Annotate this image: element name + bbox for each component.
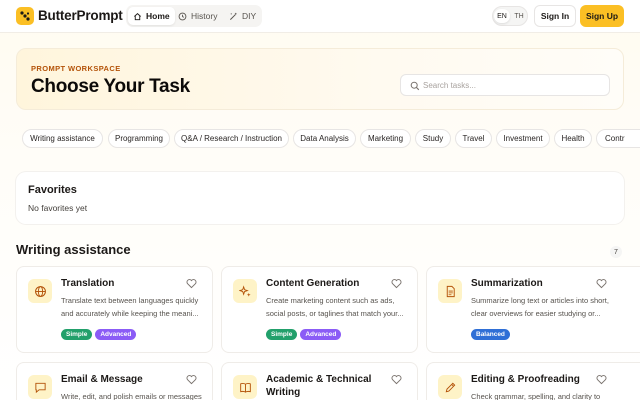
- task-card-content-generation[interactable]: Content Generation Create marketing cont…: [221, 266, 418, 353]
- main-nav: Home History DIY: [126, 5, 262, 27]
- task-card-translation[interactable]: Translation Translate text between langu…: [16, 266, 213, 353]
- chip-investment[interactable]: Investment: [496, 129, 550, 148]
- book-icon: [233, 375, 257, 399]
- butter-logo-icon[interactable]: [16, 7, 34, 25]
- lang-en[interactable]: EN: [494, 9, 510, 23]
- message-icon: [28, 375, 52, 399]
- workspace-hero: PROMPT WORKSPACE Choose Your Task: [16, 48, 624, 110]
- document-icon: [438, 279, 462, 303]
- nav-history[interactable]: History: [173, 7, 222, 25]
- card-description: Create marketing content such as ads, so…: [266, 296, 404, 318]
- chip-study[interactable]: Study: [415, 129, 451, 148]
- sign-up-button[interactable]: Sign Up: [580, 5, 624, 27]
- language-toggle[interactable]: EN TH: [492, 6, 528, 26]
- globe-icon: [28, 279, 52, 303]
- home-icon: [134, 12, 141, 20]
- hero-eyebrow: PROMPT WORKSPACE: [31, 64, 121, 73]
- card-description: Check grammar, spelling, and clarity to: [471, 392, 601, 400]
- brand-name[interactable]: ButterPrompt: [38, 8, 123, 23]
- favorite-heart-icon[interactable]: [596, 278, 607, 289]
- task-card-academic-technical[interactable]: Academic & Technical Writing: [221, 362, 418, 400]
- tag-balanced[interactable]: Balanced: [471, 329, 510, 340]
- card-tags: Simple Advanced: [61, 329, 139, 340]
- card-description: Summarize long text or articles into sho…: [471, 296, 609, 318]
- chip-data-analysis[interactable]: Data Analysis: [293, 129, 356, 148]
- card-title: Email & Message: [61, 374, 143, 385]
- card-tags: Simple Advanced: [266, 329, 344, 340]
- chip-programming[interactable]: Programming: [108, 129, 170, 148]
- favorites-title: Favorites: [28, 184, 77, 196]
- category-chips: Writing assistance Programming Q&A / Res…: [0, 126, 640, 152]
- nav-home[interactable]: Home: [128, 7, 175, 25]
- favorites-empty-text: No favorites yet: [28, 203, 88, 213]
- pen-icon: [438, 375, 462, 399]
- chip-marketing[interactable]: Marketing: [360, 129, 411, 148]
- lang-th[interactable]: TH: [511, 9, 527, 23]
- nav-home-label: Home: [146, 11, 170, 21]
- favorite-heart-icon[interactable]: [596, 374, 607, 385]
- favorite-heart-icon[interactable]: [391, 278, 402, 289]
- top-bar: ButterPrompt Home History DIY EN TH Sign…: [0, 0, 640, 33]
- sign-in-button[interactable]: Sign In: [534, 5, 576, 27]
- search-icon: [410, 81, 420, 91]
- clock-icon: [178, 12, 187, 20]
- card-title: Translation: [61, 278, 115, 289]
- page-title: Choose Your Task: [31, 76, 190, 97]
- nav-diy[interactable]: DIY: [224, 7, 261, 25]
- nav-diy-label: DIY: [242, 11, 257, 21]
- card-description: Write, edit, and polish emails or messag…: [61, 392, 202, 400]
- section-count-badge: 7: [610, 246, 622, 258]
- chip-writing-assistance[interactable]: Writing assistance: [22, 129, 103, 148]
- card-title: Content Generation: [266, 278, 360, 289]
- favorite-heart-icon[interactable]: [186, 374, 197, 385]
- chip-travel[interactable]: Travel: [455, 129, 492, 148]
- task-search[interactable]: [400, 74, 610, 96]
- chip-contr[interactable]: Contr: [596, 129, 640, 148]
- task-card-editing-proofreading[interactable]: Editing & Proofreading Check grammar, sp…: [426, 362, 640, 400]
- tag-advanced[interactable]: Advanced: [300, 329, 342, 340]
- tag-simple[interactable]: Simple: [266, 329, 298, 340]
- favorites-panel: Favorites No favorites yet: [16, 172, 624, 224]
- card-title: Academic & Technical Writing: [266, 374, 372, 398]
- search-input[interactable]: [423, 77, 603, 94]
- card-tags: Balanced: [471, 329, 513, 340]
- sparkle-icon: [233, 279, 257, 303]
- tag-simple[interactable]: Simple: [61, 329, 93, 340]
- favorite-heart-icon[interactable]: [186, 278, 197, 289]
- card-title: Editing & Proofreading: [471, 374, 580, 385]
- chip-qa-research[interactable]: Q&A / Research / Instruction: [174, 129, 289, 148]
- favorite-heart-icon[interactable]: [391, 374, 402, 385]
- wand-icon: [229, 12, 237, 20]
- task-card-email-message[interactable]: Email & Message Write, edit, and polish …: [16, 362, 213, 400]
- nav-history-label: History: [191, 11, 218, 21]
- chip-health[interactable]: Health: [554, 129, 592, 148]
- task-card-summarization[interactable]: Summarization Summarize long text or art…: [426, 266, 640, 353]
- card-title: Summarization: [471, 278, 543, 289]
- card-description: Translate text between languages quickly…: [61, 296, 199, 318]
- tag-advanced[interactable]: Advanced: [95, 329, 137, 340]
- section-title: Writing assistance: [16, 242, 131, 257]
